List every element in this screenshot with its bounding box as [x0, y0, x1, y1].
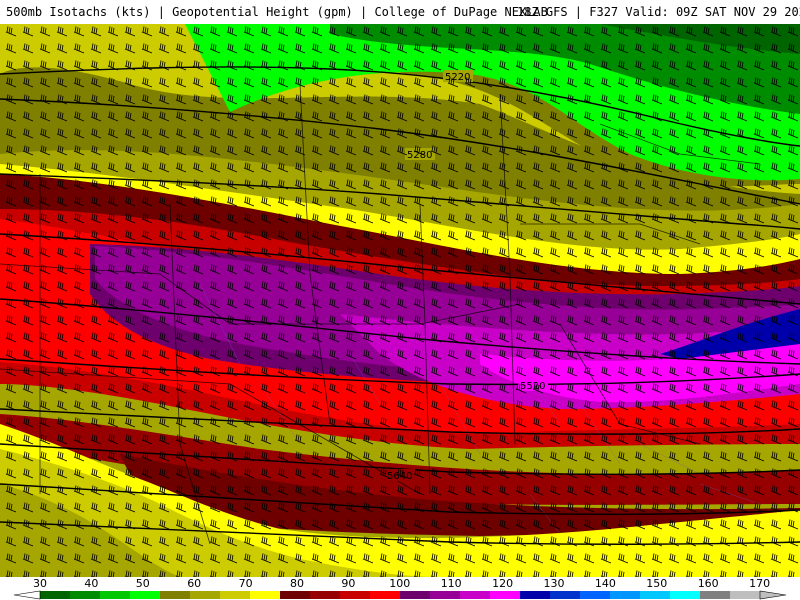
colorbar-swatch: [190, 591, 221, 599]
colorbar-tick-label: 130: [544, 577, 565, 590]
colorbar-swatch: [670, 591, 701, 599]
colorbar-swatch: [520, 591, 551, 599]
colorbar-swatch: [130, 591, 161, 599]
isotach-map[interactable]: 5220 5280 5520 5640: [0, 24, 800, 577]
colorbar-swatch: [250, 591, 281, 599]
colorbar-swatch: [370, 591, 401, 599]
colorbar-swatch: [580, 591, 611, 599]
colorbar-swatch: [460, 591, 491, 599]
colorbar-swatch: [160, 591, 191, 599]
colorbar-min-arrow: [13, 590, 41, 600]
colorbar-swatch: [550, 591, 581, 599]
colorbar-tick-label: 80: [290, 577, 304, 590]
colorbar-swatches: [40, 591, 761, 599]
colorbar-tick-label: 160: [698, 577, 719, 590]
colorbar-tick-label: 100: [389, 577, 410, 590]
map-header: 500mb Isotachs (kts) | Geopotential Heig…: [0, 0, 800, 24]
colorbar-tick-label: 110: [441, 577, 462, 590]
product-title: 500mb Isotachs (kts) | Geopotential Heig…: [6, 5, 548, 19]
contour-label-5280: 5280: [407, 150, 432, 161]
colorbar-swatch: [610, 591, 641, 599]
colorbar-tick-label: 150: [646, 577, 667, 590]
colorbar-tick-label: 50: [136, 577, 150, 590]
colorbar-tick-labels: 30 40 50 60 70 80 90 100 110 120 130 140 150 160 170: [33, 577, 770, 590]
colorbar-tick-label: 170: [749, 577, 770, 590]
colorbar-swatch: [490, 591, 521, 599]
isotach-fill: [0, 24, 800, 577]
colorbar-tick-label: 40: [84, 577, 98, 590]
colorbar-swatch: [70, 591, 101, 599]
colorbar-tick-label: 90: [341, 577, 355, 590]
colorbar-tick-label: 120: [492, 577, 513, 590]
contour-label-5640: 5640: [387, 471, 412, 482]
colorbar-swatch: [430, 591, 461, 599]
model-run-info: 18Z GFS | F327 Valid: 09Z SAT NOV 29 202…: [517, 5, 800, 19]
colorbar-swatch: [100, 591, 131, 599]
colorbar-swatch: [730, 591, 761, 599]
colorbar-swatch: [310, 591, 341, 599]
colorbar-max-arrow: [759, 590, 787, 600]
colorbar-tick-label: 60: [187, 577, 201, 590]
contour-label-5520: 5520: [520, 381, 545, 392]
colorbar-swatch: [700, 591, 731, 599]
colorbar-swatch: [640, 591, 671, 599]
colorbar-swatch: [40, 591, 71, 599]
colorbar-swatch: [400, 591, 431, 599]
colorbar-swatch: [280, 591, 311, 599]
colorbar-tick-label: 70: [239, 577, 253, 590]
colorbar-tick-label: 140: [595, 577, 616, 590]
isotach-colorbar: 30 40 50 60 70 80 90 100 110 120 130 140 150 160 170: [0, 577, 800, 600]
colorbar-swatch: [220, 591, 251, 599]
colorbar-swatch: [340, 591, 371, 599]
colorbar-tick-label: 30: [33, 577, 47, 590]
